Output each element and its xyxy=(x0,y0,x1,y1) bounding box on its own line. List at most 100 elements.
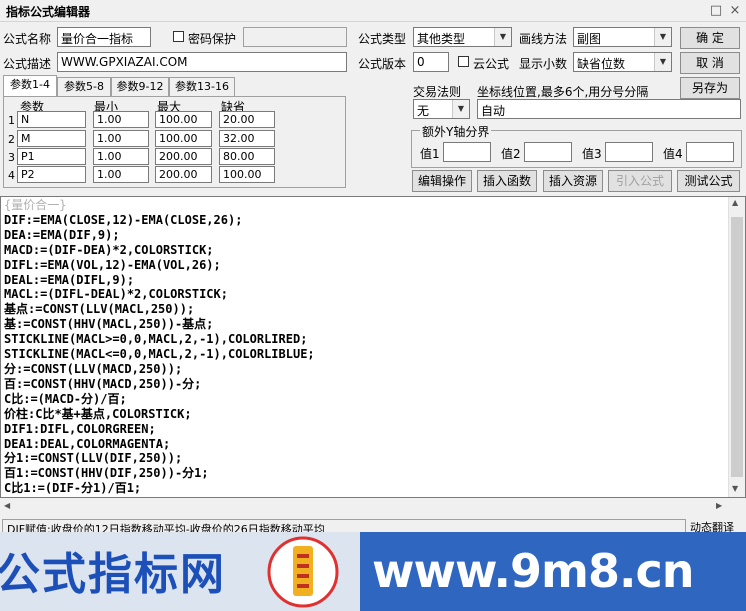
param-min-input[interactable]: 1.00 xyxy=(93,130,149,147)
insert-resource-button[interactable]: 插入资源 xyxy=(543,170,603,192)
scrollbar-thumb[interactable] xyxy=(731,217,743,477)
trade-rule-value: 无 xyxy=(417,104,430,118)
scroll-right-icon[interactable]: ▶ xyxy=(716,501,722,510)
formula-desc-label: 公式描述 xyxy=(3,57,52,71)
formula-version-input[interactable]: 0 xyxy=(413,52,449,72)
window-title: 指标公式编辑器 xyxy=(6,5,91,19)
param-default-input[interactable]: 20.00 xyxy=(219,111,275,128)
param-min-input[interactable]: 1.00 xyxy=(93,148,149,165)
y-val3-input[interactable] xyxy=(605,142,653,162)
code-line: DEAL:=EMA(DIFL,9); xyxy=(4,272,135,287)
param-max-input[interactable]: 200.00 xyxy=(155,166,212,183)
scroll-up-icon[interactable]: ▲ xyxy=(732,198,738,207)
param-min-input[interactable]: 1.00 xyxy=(93,111,149,128)
param-name-input[interactable]: N xyxy=(17,111,86,128)
formula-name-input[interactable]: 量价合一指标 xyxy=(57,27,151,47)
cloud-formula-checkbox[interactable] xyxy=(458,56,469,67)
password-checkbox[interactable] xyxy=(173,31,184,42)
draw-method-value: 副图 xyxy=(577,32,602,46)
code-line: 分:=CONST(LLV(MACD,250)); xyxy=(4,361,183,376)
coord-line-input[interactable]: 自动 xyxy=(477,99,741,119)
chevron-down-icon: ▼ xyxy=(654,53,671,71)
code-line: 百:=CONST(HHV(MACD,250))-分; xyxy=(4,376,202,391)
formula-type-value: 其他类型 xyxy=(417,32,466,46)
formula-version-label: 公式版本 xyxy=(358,57,407,71)
banner-url: www.9m8.cn xyxy=(372,544,694,598)
code-line: DIF:=EMA(CLOSE,12)-EMA(CLOSE,26); xyxy=(4,212,243,227)
y-val4-input[interactable] xyxy=(686,142,734,162)
y-val1-input[interactable] xyxy=(443,142,491,162)
edit-ops-button[interactable]: 编辑操作 xyxy=(412,170,472,192)
y-val1-label: 值1 xyxy=(420,147,440,161)
code-line: 百1:=CONST(HHV(DIF,250))-分1; xyxy=(4,466,209,481)
trade-rule-select[interactable]: 无 ▼ xyxy=(413,99,470,119)
code-line: 基:=CONST(HHV(MACL,250))-基点; xyxy=(4,317,214,332)
ok-button[interactable]: 确 定 xyxy=(680,27,740,49)
y-val2-input[interactable] xyxy=(524,142,572,162)
chevron-down-icon: ▼ xyxy=(452,100,469,118)
formula-desc-input[interactable]: WWW.GPXIAZAI.COM xyxy=(57,52,347,72)
decimals-select[interactable]: 缺省位数 ▼ xyxy=(573,52,672,72)
param-row-number: 4 xyxy=(8,169,15,182)
watermark-banner: 公式指标网 www.9m8.cn xyxy=(0,532,746,611)
param-max-input[interactable]: 200.00 xyxy=(155,148,212,165)
code-line: {量价合一} xyxy=(4,198,67,212)
param-row-number: 3 xyxy=(8,151,15,164)
code-line: STICKLINE(MACL>=0,0,MACL,2,-1),COLORLIRE… xyxy=(4,332,308,347)
restore-icon[interactable]: □ xyxy=(708,3,724,19)
param-default-input[interactable]: 100.00 xyxy=(219,166,275,183)
param-name-input[interactable]: P2 xyxy=(17,166,86,183)
save-as-button[interactable]: 另存为 xyxy=(680,77,740,99)
formula-type-label: 公式类型 xyxy=(358,32,407,46)
horizontal-scrollbar[interactable]: ◀ ▶ xyxy=(0,499,746,515)
code-line: DEA1:DEAL,COLORMAGENTA; xyxy=(4,436,171,451)
tab-params-5-8[interactable]: 参数5-8 xyxy=(57,77,111,96)
y-val2-label: 值2 xyxy=(501,147,521,161)
param-default-input[interactable]: 80.00 xyxy=(219,148,275,165)
y-val4-label: 值4 xyxy=(663,147,683,161)
param-max-input[interactable]: 100.00 xyxy=(155,111,212,128)
code-line: MACL:=(DIFL-DEAL)*2,COLORSTICK; xyxy=(4,287,228,302)
tab-params-9-12[interactable]: 参数9-12 xyxy=(111,77,169,96)
close-icon[interactable]: × xyxy=(727,3,743,19)
param-max-input[interactable]: 100.00 xyxy=(155,130,212,147)
import-formula-button[interactable]: 引入公式 xyxy=(608,170,672,192)
code-line: 分1:=CONST(LLV(DIF,250)); xyxy=(4,451,183,466)
code-text: {量价合一} DIF:=EMA(CLOSE,12)-EMA(CLOSE,26);… xyxy=(4,198,724,496)
password-label: 密码保护 xyxy=(188,32,237,46)
draw-method-label: 画线方法 xyxy=(519,32,568,46)
scroll-down-icon[interactable]: ▼ xyxy=(732,484,738,493)
test-formula-button[interactable]: 测试公式 xyxy=(677,170,740,192)
formula-type-select[interactable]: 其他类型 ▼ xyxy=(413,27,512,47)
code-editor[interactable]: {量价合一} DIF:=EMA(CLOSE,12)-EMA(CLOSE,26);… xyxy=(0,196,746,498)
formula-name-label: 公式名称 xyxy=(3,32,52,46)
code-line: C比:=(MACD-分)/百; xyxy=(4,391,127,406)
param-name-input[interactable]: P1 xyxy=(17,148,86,165)
param-min-input[interactable]: 1.00 xyxy=(93,166,149,183)
site-logo-icon xyxy=(267,536,339,608)
decimals-value: 缺省位数 xyxy=(577,57,626,71)
vertical-scrollbar[interactable]: ▲ ▼ xyxy=(728,197,745,497)
banner-site-name: 公式指标网 xyxy=(0,549,226,600)
scroll-left-icon[interactable]: ◀ xyxy=(4,501,10,510)
coord-line-label: 坐标线位置,最多6个,用分号分隔 xyxy=(477,85,649,99)
param-name-input[interactable]: M xyxy=(17,130,86,147)
decimals-label: 显示小数 xyxy=(519,57,568,71)
code-line: DIF1:DIFL,COLORGREEN; xyxy=(4,421,156,436)
cancel-button[interactable]: 取 消 xyxy=(680,52,740,74)
title-bar: 指标公式编辑器 □ × xyxy=(0,0,746,22)
code-line: STICKLINE(MACL<=0,0,MACL,2,-1),COLORLIBL… xyxy=(4,347,315,362)
tab-params-1-4[interactable]: 参数1-4 xyxy=(3,75,57,97)
code-line: MACD:=(DIF-DEA)*2,COLORSTICK; xyxy=(4,242,214,257)
y-axis-group-label: 额外Y轴分界 xyxy=(420,123,492,140)
param-default-input[interactable]: 32.00 xyxy=(219,130,275,147)
tab-params-13-16[interactable]: 参数13-16 xyxy=(169,77,235,96)
draw-method-select[interactable]: 副图 ▼ xyxy=(573,27,672,47)
code-line: 价柱:C比*基+基点,COLORSTICK; xyxy=(4,406,192,421)
param-row-number: 1 xyxy=(8,114,15,127)
password-input[interactable] xyxy=(243,27,347,47)
code-line: 基点:=CONST(LLV(MACL,250)); xyxy=(4,302,195,317)
chevron-down-icon: ▼ xyxy=(654,28,671,46)
insert-function-button[interactable]: 插入函数 xyxy=(477,170,537,192)
param-row-number: 2 xyxy=(8,133,15,146)
